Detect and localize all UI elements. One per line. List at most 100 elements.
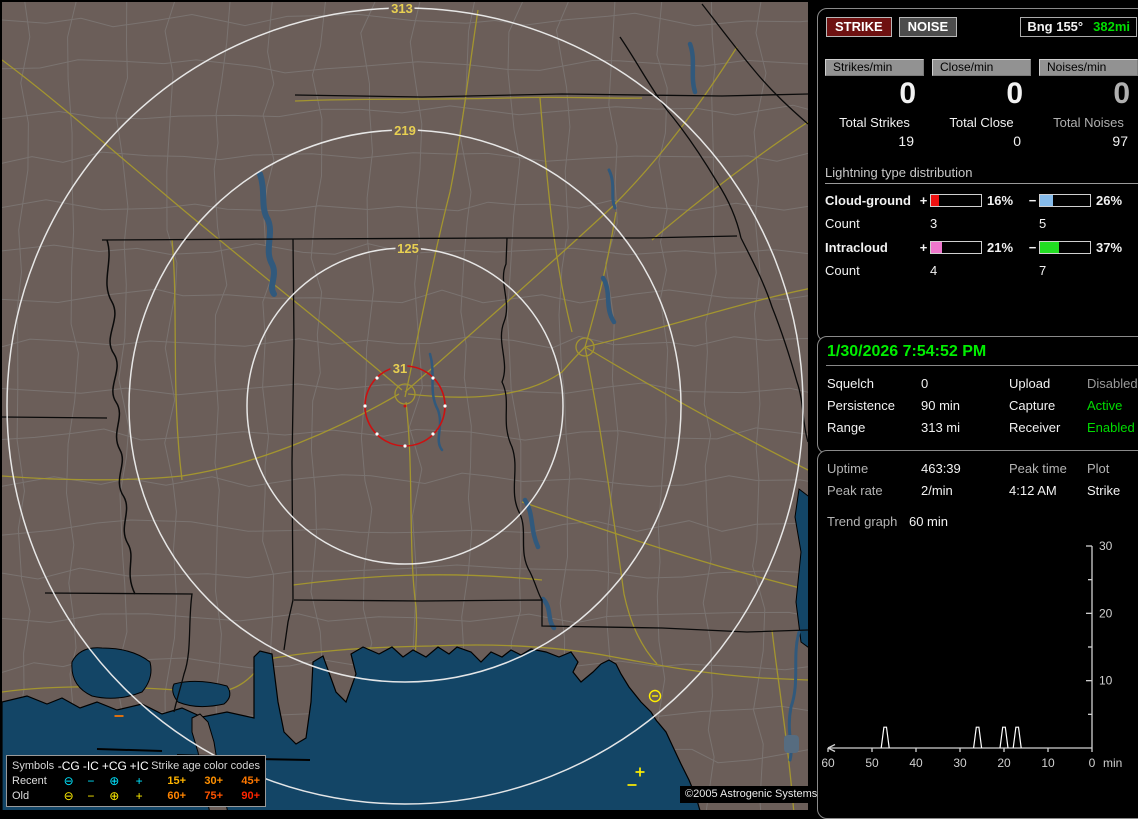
legend-symbols-header: Symbols	[12, 759, 55, 772]
age-60: 60+	[167, 789, 187, 802]
ic-negative-pct: 37%	[1096, 240, 1123, 255]
capture-status: Active	[1087, 398, 1123, 413]
ring-label-219: 219	[394, 123, 416, 138]
age-75: 75+	[204, 789, 224, 802]
count-label: Count	[825, 216, 860, 231]
ic-positive-bar	[930, 241, 982, 254]
legend-recent-row: Recent ⊖ − ⊕ + 15+ 30+ 45+	[11, 773, 261, 788]
range-label: Range	[827, 420, 866, 435]
copyright-notice: ©2005 Astrogenic Systems	[680, 786, 823, 803]
trend-graph-label-row: Trend graph 60 min	[826, 514, 1138, 529]
cloud-ground-label: Cloud-ground	[825, 193, 911, 208]
ic-positive-count: 4	[930, 263, 938, 278]
receiver-center-dot	[403, 404, 407, 408]
intracloud-count-row: Count 4 7	[825, 263, 1138, 278]
strikes-per-min-value: 0	[899, 77, 916, 110]
peak-time-value: 4:12 AM	[1009, 483, 1057, 498]
svg-text:30: 30	[953, 756, 967, 770]
map-symbol-legend: Symbols -CG -IC +CG +IC Strike age color…	[6, 755, 266, 807]
trend-graph-window: 60 min	[908, 514, 948, 529]
intracloud-row: Intracloud + 21% − 37%	[825, 240, 1138, 255]
strikes-counter-column: Strikes/min 0 Total Strikes 19	[825, 59, 924, 149]
close-per-min-button[interactable]: Close/min	[932, 59, 1031, 76]
cg-positive-pct: 16%	[987, 193, 1014, 208]
svg-text:20: 20	[1099, 606, 1113, 620]
recent-pos-cg-icon: ⊕	[109, 773, 120, 788]
upload-label: Upload	[1009, 376, 1051, 391]
status-panel: 1/30/2026 7:54:52 PM Squelch 0 Upload Di…	[817, 336, 1138, 454]
lightning-map[interactable]: 313 219 125 31	[2, 2, 808, 810]
noises-per-min-value: 0	[1113, 77, 1130, 110]
distribution-title: Lightning type distribution	[825, 165, 1138, 184]
persistence-label: Persistence	[827, 398, 895, 413]
cg-positive-bar	[930, 194, 982, 207]
plus-sign: +	[919, 240, 928, 255]
age-90: 90+	[241, 789, 260, 802]
upload-status: Disabled	[1087, 376, 1138, 391]
squelch-label: Squelch	[827, 376, 874, 391]
strike-stats-panel: STRIKE NOISE Bng 155° 382mi Strikes/min …	[817, 8, 1138, 342]
svg-text:40: 40	[909, 756, 923, 770]
cloud-ground-count-row: Count 3 5	[825, 216, 1138, 231]
svg-text:0: 0	[1089, 756, 1096, 770]
recent-neg-cg-icon: ⊖	[63, 773, 74, 788]
plot-label: Plot	[1087, 461, 1110, 476]
map-canvas[interactable]: 313 219 125 31	[2, 2, 808, 810]
noises-per-min-button[interactable]: Noises/min	[1039, 59, 1138, 76]
recent-pos-ic-icon: +	[135, 773, 143, 788]
range-value: 313 mi	[921, 420, 961, 435]
total-noises-value: 97	[1112, 133, 1128, 149]
strikes-per-min-button[interactable]: Strikes/min	[825, 59, 924, 76]
cg-negative-count: 5	[1039, 216, 1047, 231]
cg-negative-pct: 26%	[1096, 193, 1123, 208]
ring-label-31: 31	[393, 361, 407, 376]
svg-text:20: 20	[997, 756, 1011, 770]
bearing-display: Bng 155° 382mi	[1020, 17, 1137, 37]
capture-label: Capture	[1009, 398, 1056, 413]
ring-label-125: 125	[397, 241, 419, 256]
trend-panel: Uptime 463:39 Peak time Plot Peak rate 2…	[817, 450, 1138, 819]
minus-sign: −	[1028, 193, 1037, 208]
svg-text:min: min	[1103, 756, 1122, 770]
lake-pontchartrain	[71, 647, 152, 699]
intracloud-label: Intracloud	[825, 240, 888, 255]
trend-graph-label: Trend graph	[827, 514, 898, 529]
svg-text:60: 60	[821, 756, 835, 770]
plus-sign: +	[919, 193, 928, 208]
total-strikes-label: Total Strikes	[839, 115, 910, 130]
svg-text:10: 10	[1041, 756, 1055, 770]
noises-counter-column: Noises/min 0 Total Noises 97	[1039, 59, 1138, 149]
age-15: 15+	[167, 774, 187, 787]
cg-positive-count: 3	[930, 216, 938, 231]
uptime-label: Uptime	[827, 461, 869, 476]
uptime-value: 463:39	[921, 461, 961, 476]
legend-old-label: Old	[12, 789, 30, 802]
svg-text:50: 50	[865, 756, 879, 770]
datetime-display: 1/30/2026 7:54:52 PM	[826, 342, 1138, 366]
svg-text:10: 10	[1099, 674, 1113, 688]
peak-rate-label: Peak rate	[827, 483, 883, 498]
trend-graph: 30 20 10 60 50 40 30 20 10 0 min	[821, 539, 1122, 770]
noise-mode-button[interactable]: NOISE	[898, 17, 958, 37]
receiver-label: Receiver	[1009, 420, 1061, 435]
legend-recent-label: Recent	[12, 774, 47, 787]
total-noises-label: Total Noises	[1053, 115, 1124, 130]
legend-col-pos-ic: +IC	[129, 758, 149, 773]
total-strikes-value: 19	[898, 133, 914, 149]
legend-header-row: Symbols -CG -IC +CG +IC Strike age color…	[11, 758, 261, 773]
age-45: 45+	[241, 774, 260, 787]
strike-mode-button[interactable]: STRIKE	[826, 17, 892, 37]
total-close-value: 0	[1013, 133, 1021, 149]
ic-negative-bar	[1039, 241, 1091, 254]
ic-negative-count: 7	[1039, 263, 1047, 278]
minus-sign: −	[1028, 240, 1037, 255]
old-neg-cg-icon: ⊖	[63, 788, 74, 803]
recent-neg-ic-icon: −	[87, 773, 95, 788]
svg-text:30: 30	[1099, 539, 1113, 553]
legend-col-pos-cg: +CG	[101, 758, 127, 773]
plot-value: Strike	[1087, 483, 1121, 498]
peak-time-label: Peak time	[1009, 461, 1067, 476]
old-neg-ic-icon: −	[87, 788, 95, 803]
receiver-status: Enabled	[1087, 420, 1135, 435]
persistence-value: 90 min	[921, 398, 961, 413]
